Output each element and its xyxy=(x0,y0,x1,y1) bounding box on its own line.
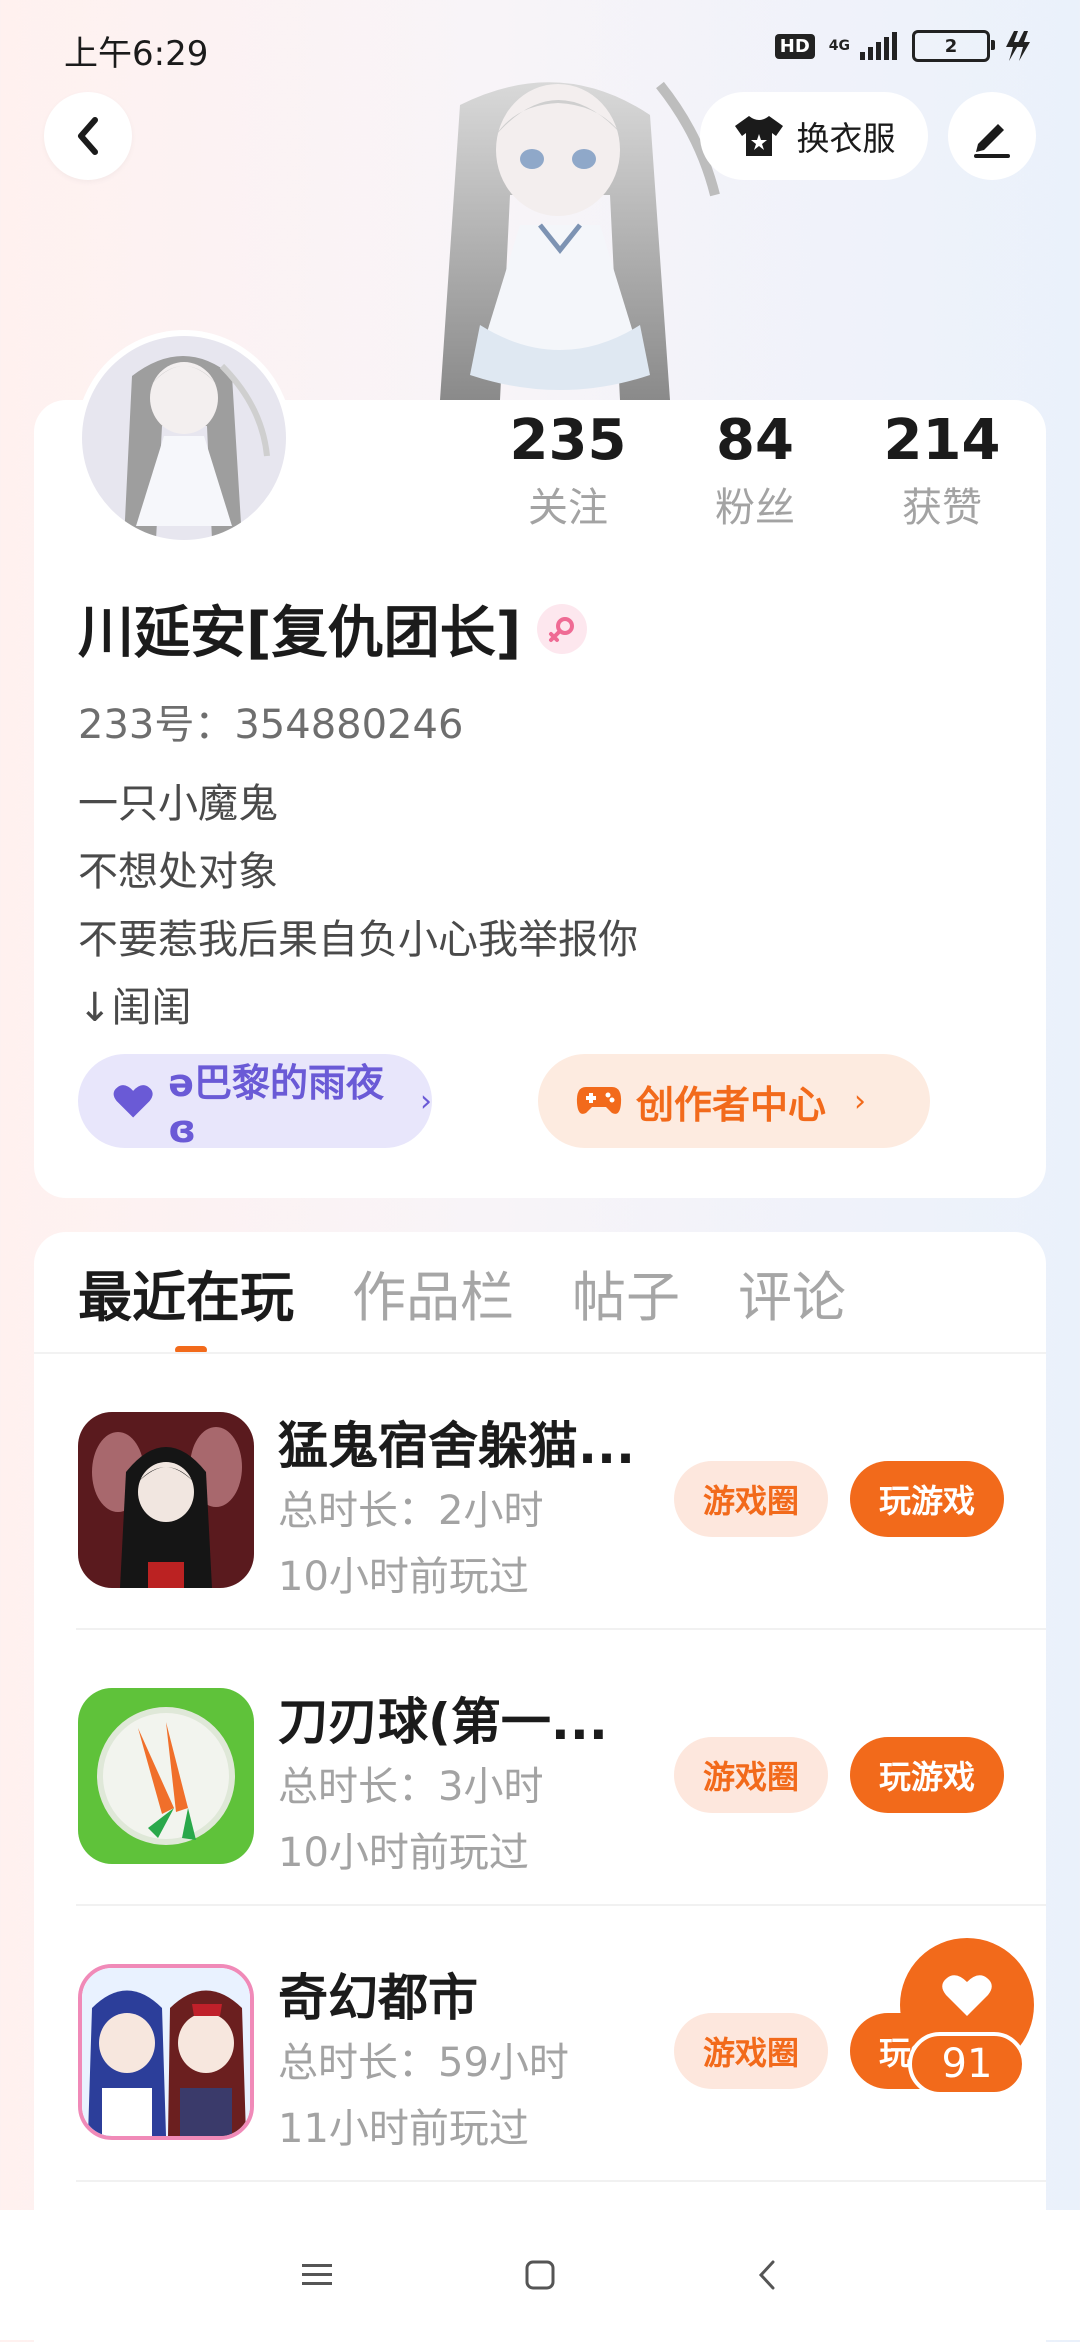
back-button[interactable] xyxy=(44,92,132,180)
game-row[interactable]: 奇幻都市 总时长：59小时 11小时前玩过 游戏圈 玩游戏 xyxy=(34,1906,1046,2182)
hd-badge: HD xyxy=(774,33,815,59)
game-last-played: 10小时前玩过 xyxy=(278,1830,529,1876)
nickname-row: 川延安[复仇团长] xyxy=(78,588,588,669)
signal-icon xyxy=(860,32,897,60)
female-gender-icon xyxy=(537,603,588,654)
home-button[interactable] xyxy=(513,2248,567,2302)
tab-recently-played[interactable]: 最近在玩 xyxy=(78,1253,294,1332)
like-count: 91 xyxy=(908,2032,1026,2096)
creator-center-button[interactable]: 创作者中心 › xyxy=(538,1054,930,1148)
network-type: 4G xyxy=(828,38,850,54)
likes-count: 214 xyxy=(883,408,1001,473)
status-time: 上午6:29 xyxy=(64,34,209,74)
nickname: 川延安[复仇团长] xyxy=(78,601,522,666)
menu-icon xyxy=(302,2264,332,2285)
heart-icon xyxy=(113,1085,153,1118)
game-row[interactable]: 猛鬼宿舍躲猫... 总时长：2小时 10小时前玩过 游戏圈 玩游戏 xyxy=(34,1354,1046,1630)
chevron-left-icon xyxy=(78,117,98,155)
fan-group-label: ə巴黎的雨夜ɞ xyxy=(168,1060,385,1151)
bio-line: ↓闺闺 xyxy=(78,985,192,1031)
game-duration: 总时长：3小时 xyxy=(278,1764,544,1810)
tab-bar: 最近在玩 作品栏 帖子 评论 xyxy=(78,1232,846,1352)
following-count: 235 xyxy=(509,408,627,473)
divider xyxy=(76,2180,1046,2182)
chevron-left-icon xyxy=(758,2260,775,2290)
game-circle-button[interactable]: 游戏圈 xyxy=(674,1737,828,1813)
chevron-right-icon: › xyxy=(854,1083,867,1119)
tab-comments[interactable]: 评论 xyxy=(738,1253,846,1332)
bio: 一只小魔鬼 不想处对象 不要惹我后果自负小心我举报你 ↓闺闺 xyxy=(78,770,638,1042)
likes-label: 获赞 xyxy=(902,485,982,531)
menu-button[interactable] xyxy=(290,2248,344,2302)
followers-count: 84 xyxy=(716,408,794,473)
bio-line: 不要惹我后果自负小心我举报你 xyxy=(78,917,638,963)
game-last-played: 11小时前玩过 xyxy=(278,2106,529,2152)
following-stat[interactable]: 235 关注 xyxy=(483,408,653,536)
pencil-icon xyxy=(974,124,1010,158)
content-card: 最近在玩 作品栏 帖子 评论 猛鬼宿舍躲猫... 总时长：2小时 10小时前玩过… xyxy=(34,1232,1046,2342)
followers-label: 粉丝 xyxy=(715,485,795,531)
edit-profile-button[interactable] xyxy=(948,92,1036,180)
user-id: 233号：354880246 xyxy=(78,702,464,748)
game-icon[interactable] xyxy=(78,1964,254,2140)
status-icons: HD 4G 2 xyxy=(774,30,1030,62)
chevron-right-icon: › xyxy=(420,1083,432,1119)
bio-line: 不想处对象 xyxy=(78,849,278,895)
game-title: 猛鬼宿舍躲猫... xyxy=(278,1417,635,1475)
tab-posts[interactable]: 帖子 xyxy=(572,1253,680,1332)
home-square-icon xyxy=(525,2260,555,2290)
nav-back-button[interactable] xyxy=(740,2248,794,2302)
charging-icon xyxy=(1006,31,1030,61)
tshirt-icon xyxy=(734,116,783,156)
avatar[interactable] xyxy=(76,330,292,546)
game-icon[interactable] xyxy=(78,1412,254,1588)
change-outfit-label: 换衣服 xyxy=(796,119,896,158)
gamepad-icon xyxy=(576,1087,622,1114)
game-last-played: 10小时前玩过 xyxy=(278,1554,529,1600)
game-title: 刀刃球(第一... xyxy=(278,1693,608,1751)
avatar-character-image xyxy=(400,75,720,400)
game-duration: 总时长：59小时 xyxy=(278,2040,569,2086)
following-label: 关注 xyxy=(528,485,608,531)
game-title: 奇幻都市 xyxy=(278,1969,478,2027)
game-circle-button[interactable]: 游戏圈 xyxy=(674,1461,828,1537)
bio-line: 一只小魔鬼 xyxy=(78,781,278,827)
change-outfit-button[interactable]: 换衣服 xyxy=(700,92,928,180)
play-game-button[interactable]: 玩游戏 xyxy=(850,1737,1004,1813)
game-row[interactable]: 刀刃球(第一... 总时长：3小时 10小时前玩过 游戏圈 玩游戏 xyxy=(34,1630,1046,1906)
game-duration: 总时长：2小时 xyxy=(278,1488,544,1534)
tab-works[interactable]: 作品栏 xyxy=(352,1253,514,1332)
game-circle-button[interactable]: 游戏圈 xyxy=(674,2013,828,2089)
followers-stat[interactable]: 84 粉丝 xyxy=(670,408,840,536)
battery-icon: 2 xyxy=(912,30,995,62)
system-nav-bar xyxy=(0,2210,1080,2340)
likes-stat[interactable]: 214 获赞 xyxy=(857,408,1027,536)
heart-icon xyxy=(942,1975,992,2016)
creator-center-label: 创作者中心 xyxy=(636,1082,827,1127)
play-game-button[interactable]: 玩游戏 xyxy=(850,1461,1004,1537)
fan-group-button[interactable]: ə巴黎的雨夜ɞ › xyxy=(78,1054,432,1151)
game-icon[interactable] xyxy=(78,1688,254,1864)
